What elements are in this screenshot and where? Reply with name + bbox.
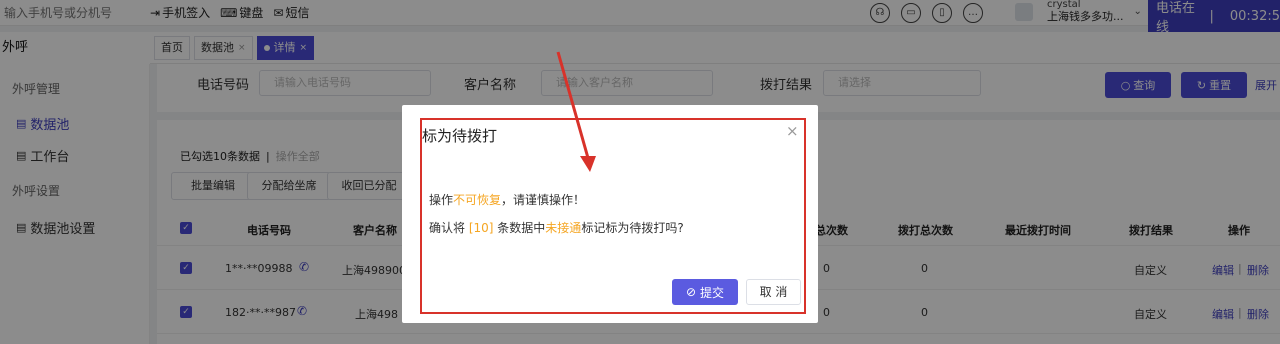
annotation-arrow [556,51,596,172]
